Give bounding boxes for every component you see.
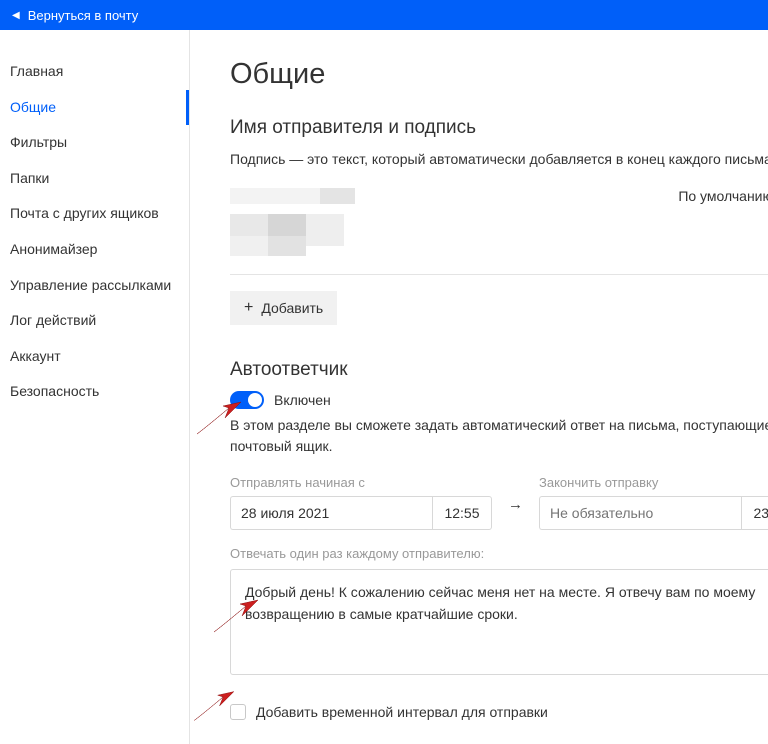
sidebar-item-filters[interactable]: Фильтры: [0, 125, 189, 161]
signature-desc: Подпись — это текст, который автоматичес…: [230, 149, 768, 170]
plus-icon: +: [244, 300, 253, 316]
page-title: Общие: [230, 58, 768, 91]
sidebar-item-log[interactable]: Лог действий: [0, 303, 189, 339]
start-label: Отправлять начиная с: [230, 475, 492, 490]
autoresponder-section-title: Автоответчик: [230, 359, 768, 381]
sidebar-item-other-mail[interactable]: Почта с других ящиков: [0, 196, 189, 232]
start-time-input[interactable]: [432, 496, 492, 530]
sidebar-item-general[interactable]: Общие: [0, 90, 189, 126]
add-signature-button[interactable]: + Добавить: [230, 291, 337, 325]
back-arrow-icon: ◀: [12, 10, 20, 21]
sidebar-item-security[interactable]: Безопасность: [0, 374, 189, 410]
interval-checkbox[interactable]: [230, 704, 246, 720]
end-date-input[interactable]: [539, 496, 741, 530]
back-to-mail-link[interactable]: ◀ Вернуться в почту: [12, 8, 138, 23]
reply-once-label: Отвечать один раз каждому отправителю:: [230, 546, 768, 561]
back-label: Вернуться в почту: [28, 8, 139, 23]
sidebar-item-account[interactable]: Аккаунт: [0, 339, 189, 375]
autoresponder-desc: В этом разделе вы сможете задать автомат…: [230, 415, 768, 457]
toggle-label: Включен: [274, 392, 331, 408]
add-label: Добавить: [261, 300, 323, 316]
interval-checkbox-label: Добавить временной интервал для отправки: [256, 704, 548, 720]
toggle-knob: [248, 393, 262, 407]
signature-card: По умолчанию: [230, 188, 768, 275]
end-time-input[interactable]: [741, 496, 768, 530]
autoresponder-toggle[interactable]: [230, 391, 264, 409]
arrow-right-icon: →: [502, 488, 529, 530]
end-label: Закончить отправку: [539, 475, 768, 490]
start-date-input[interactable]: [230, 496, 432, 530]
top-bar: ◀ Вернуться в почту: [0, 0, 768, 30]
sidebar-item-subscriptions[interactable]: Управление рассылками: [0, 268, 189, 304]
content: Общие Имя отправителя и подпись Подпись …: [190, 30, 768, 744]
sidebar-item-folders[interactable]: Папки: [0, 161, 189, 197]
sidebar: Главная Общие Фильтры Папки Почта с друг…: [0, 30, 190, 744]
signature-preview: [230, 188, 355, 258]
signature-default-label: По умолчанию: [678, 188, 768, 204]
reply-textarea[interactable]: [230, 569, 768, 675]
signature-section-title: Имя отправителя и подпись: [230, 117, 768, 139]
sidebar-item-main[interactable]: Главная: [0, 54, 189, 90]
sidebar-item-anonymizer[interactable]: Анонимайзер: [0, 232, 189, 268]
